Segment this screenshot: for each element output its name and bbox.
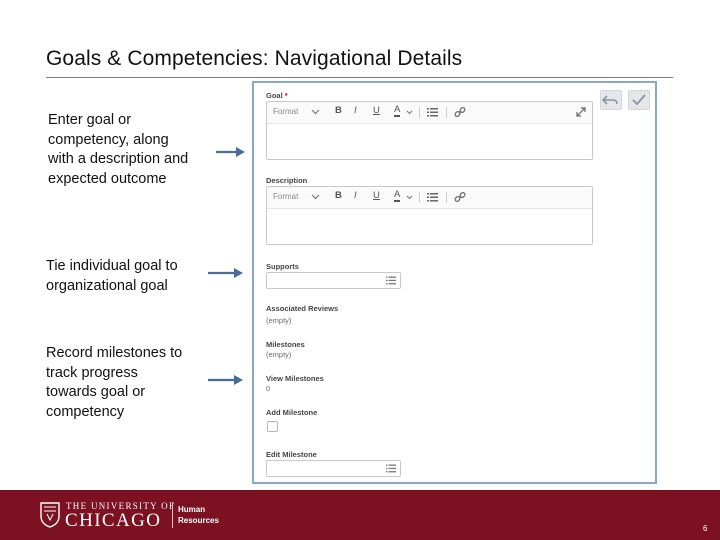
supports-select[interactable] [266,272,401,289]
list-icon[interactable] [427,192,438,202]
expand-icon[interactable] [576,107,586,117]
goal-label: Goal * [266,91,288,100]
underline-button[interactable]: U [373,190,380,201]
save-check-button[interactable] [628,90,650,110]
page-number: 6 [703,524,708,533]
link-icon[interactable] [454,106,466,118]
goal-form-panel: Goal * Format B I U A Description Format… [252,81,657,484]
note-milestones-line-1: Record milestones to [46,345,183,361]
italic-button[interactable]: I [354,105,357,116]
toolbar-divider [419,192,420,203]
view-milestones-label: View Milestones [266,374,324,383]
note-tie-line-2: organizational goal [46,277,168,294]
link-icon[interactable] [454,191,466,203]
description-editor[interactable]: Format B I U A [266,186,593,245]
note-tie-line-1: Tie individual goal to [46,258,178,274]
goal-editor-toolbar: Format B I U A [267,102,592,124]
note-goal-line-3: with a description and [48,151,189,167]
slide-title: Goals & Competencies: Navigational Detai… [46,47,463,70]
underline-button[interactable]: U [373,105,380,116]
chevron-down-icon[interactable] [406,195,413,200]
list-icon[interactable] [386,276,396,285]
associated-reviews-value: (empty) [266,316,292,325]
format-dropdown[interactable]: Format [273,107,298,116]
goal-label-text: Goal [266,91,283,100]
view-milestones-value: 0 [266,384,271,393]
title-divider [46,77,673,78]
check-icon [632,94,646,106]
note-milestones-line-3: towards goal or [46,384,146,400]
description-label: Description [266,176,308,185]
milestones-value: (empty) [266,350,292,359]
university-seal-icon [40,502,60,528]
arrow-right-icon [216,147,245,157]
note-goal-line-4: expected outcome [48,170,167,187]
italic-button[interactable]: I [354,190,357,201]
note-goal-line-1: Enter goal or [48,112,132,128]
toolbar-divider [419,107,420,118]
university-name-large: CHICAGO [65,510,162,531]
chevron-down-icon[interactable] [311,194,320,200]
note-milestones: Record milestones to track progress towa… [46,344,182,422]
bold-button[interactable]: B [335,105,342,116]
edit-milestone-label: Edit Milestone [266,450,317,459]
chevron-down-icon[interactable] [311,109,320,115]
text-color-button[interactable]: A [394,190,401,202]
toolbar-divider [446,192,447,203]
required-marker: * [284,91,288,100]
undo-button[interactable] [600,90,622,110]
chevron-down-icon[interactable] [406,110,413,115]
associated-reviews-label: Associated Reviews [266,304,339,313]
footer-divider [172,503,173,528]
department-line-2: Resources [178,516,219,525]
format-dropdown[interactable]: Format [273,192,298,201]
add-milestone-label: Add Milestone [266,408,318,417]
department-line-1: Human [178,505,206,514]
footer-bar: THE UNIVERSITY OF CHICAGO Human Resource… [0,490,720,540]
note-milestones-line-2: track progress [46,364,138,381]
arrow-right-icon [208,375,243,385]
text-color-button[interactable]: A [394,105,401,117]
note-goal-line-2: competency, along [48,131,169,148]
add-milestone-checkbox[interactable] [267,421,278,432]
list-icon[interactable] [386,464,396,473]
edit-milestone-select[interactable] [266,460,401,477]
note-milestones-line-4: competency [46,403,125,420]
toolbar-divider [446,107,447,118]
arrow-right-icon [208,268,243,278]
goal-editor[interactable]: Format B I U A [266,101,593,160]
list-icon[interactable] [427,107,438,117]
undo-icon [601,95,618,105]
bold-button[interactable]: B [335,190,342,201]
description-editor-toolbar: Format B I U A [267,187,592,209]
note-goal: Enter goal or competency, along with a d… [48,111,188,189]
supports-label: Supports [266,262,299,271]
milestones-label: Milestones [266,340,305,349]
note-tie: Tie individual goal to organizational go… [46,257,178,296]
